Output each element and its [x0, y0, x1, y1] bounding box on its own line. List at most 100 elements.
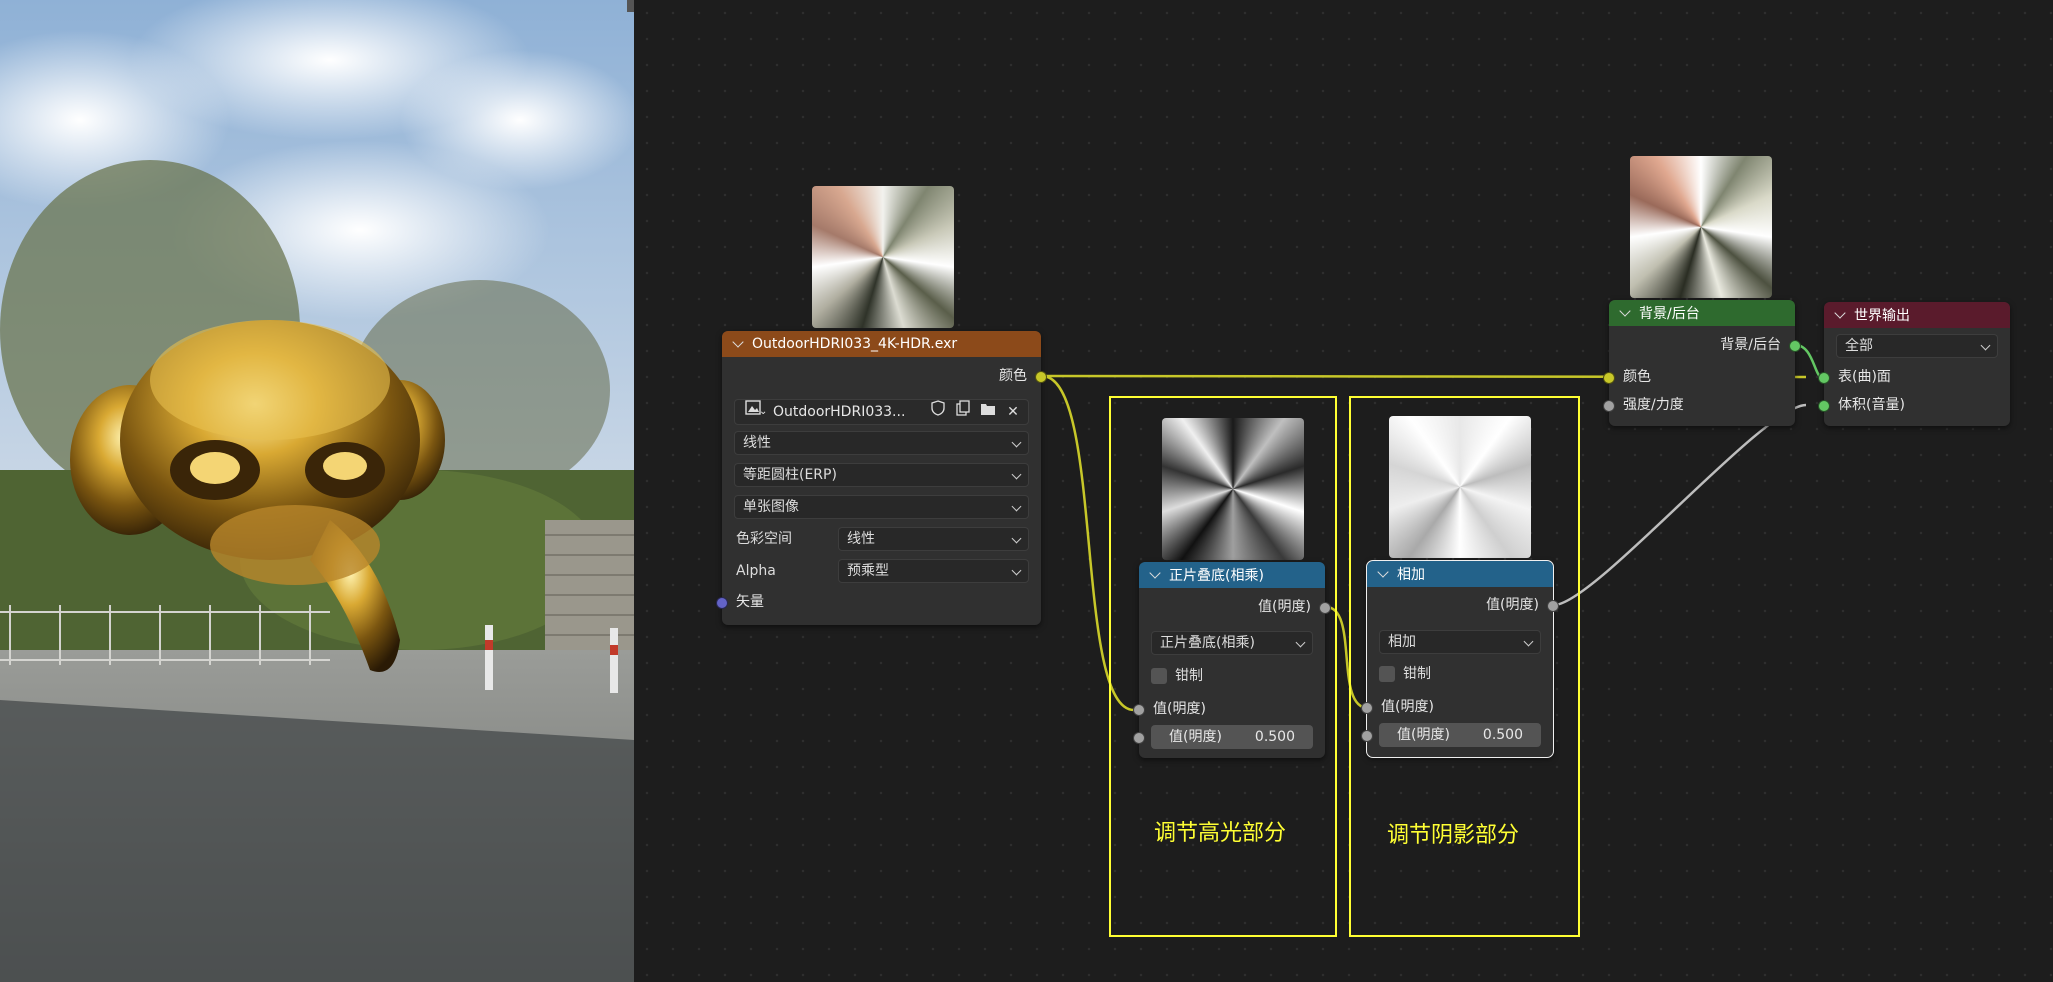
image-datablock-selector[interactable]: ⌄ OutdoorHDRI033... ✕	[734, 399, 1029, 425]
chevron-down-icon[interactable]	[1377, 566, 1389, 578]
world-volume-input-label: 体积(音量)	[1838, 397, 1905, 413]
interpolation-value: 线性	[743, 435, 771, 451]
multiply-operation-dropdown[interactable]: 正片叠底(相乘)	[1151, 631, 1313, 655]
background-node-header[interactable]: 背景/后台	[1609, 300, 1795, 326]
chevron-down-icon	[1011, 501, 1022, 512]
chevron-down-icon[interactable]	[732, 336, 744, 348]
chevron-down-icon	[1011, 533, 1022, 544]
multiply-input-1: 值(明度)	[1133, 697, 1325, 721]
multiply-output-label: 值(明度)	[1258, 599, 1311, 615]
image-texture-node[interactable]: OutdoorHDRI033_4K-HDR.exr 颜色 ⌄ OutdoorHD…	[716, 331, 1047, 625]
multiply-operation-value: 正片叠底(相乘)	[1160, 635, 1255, 651]
add-node-title: 相加	[1397, 567, 1425, 583]
alpha-value: 预乘型	[847, 563, 889, 579]
add-value-output: 值(明度)	[1367, 593, 1559, 617]
viewport-scroll-handle[interactable]	[627, 0, 634, 12]
background-preview-thumbnail	[1630, 156, 1772, 298]
chevron-down-icon	[1011, 469, 1022, 480]
interpolation-dropdown[interactable]: 线性	[734, 431, 1029, 455]
world-output-target-value: 全部	[1845, 338, 1873, 354]
multiply-node-title: 正片叠底(相乘)	[1169, 568, 1264, 584]
multiply-clamp-label: 钳制	[1175, 668, 1203, 684]
add-clamp-checkbox[interactable]	[1379, 666, 1395, 682]
multiply-value-field-value: 0.500	[1254, 729, 1295, 745]
shader-node-editor[interactable]: 调节高光部分 调节阴影部分 OutdoorHDRI033_4K-HDR.exr …	[634, 0, 2053, 982]
add-input-1: 值(明度)	[1361, 695, 1553, 719]
hdri-render-image	[0, 0, 634, 982]
world-volume-input-socket[interactable]	[1818, 400, 1830, 412]
link-add-to-strength	[1553, 403, 1807, 607]
source-value: 单张图像	[743, 499, 799, 515]
highlight-annotation-text: 调节高光部分	[1154, 821, 1287, 846]
folder-icon[interactable]	[976, 400, 1000, 424]
chevron-down-icon	[1011, 437, 1022, 448]
chevron-down-icon[interactable]	[1834, 307, 1846, 319]
world-output-node-header[interactable]: 世界输出	[1824, 302, 2010, 328]
world-output-node[interactable]: 世界输出 全部 表(曲)面 体积(音量)	[1818, 302, 2010, 426]
add-operation-value: 相加	[1388, 634, 1416, 650]
add-value-field[interactable]: 值(明度) 0.500	[1379, 723, 1541, 747]
add-input-1-label: 值(明度)	[1381, 699, 1434, 715]
background-color-input-socket[interactable]	[1603, 372, 1615, 384]
add-clamp-label: 钳制	[1403, 666, 1431, 682]
vector-input: 矢量	[716, 590, 1041, 614]
add-node-header[interactable]: 相加	[1367, 561, 1553, 587]
multiply-output-socket[interactable]	[1319, 602, 1331, 614]
alpha-label: Alpha	[736, 563, 776, 579]
add-output-socket[interactable]	[1547, 600, 1559, 612]
add-operation-dropdown[interactable]: 相加	[1379, 630, 1541, 654]
shield-icon[interactable]	[926, 400, 950, 424]
multiply-value-field[interactable]: 值(明度) 0.500	[1151, 725, 1313, 749]
vector-input-socket[interactable]	[716, 597, 728, 609]
chevron-down-icon[interactable]	[1149, 567, 1161, 579]
source-dropdown[interactable]: 单张图像	[734, 495, 1029, 519]
close-icon[interactable]: ✕	[1001, 400, 1025, 424]
world-output-target-dropdown[interactable]: 全部	[1836, 334, 1998, 358]
colorspace-dropdown[interactable]: 线性	[838, 527, 1029, 551]
multiply-math-node[interactable]: 正片叠底(相乘) 值(明度) 正片叠底(相乘) 钳制 值(明度) 值(明度) 0…	[1133, 562, 1331, 758]
multiply-input-2-socket[interactable]	[1133, 732, 1145, 744]
background-strength-input-socket[interactable]	[1603, 400, 1615, 412]
multiply-clamp-checkbox[interactable]	[1151, 668, 1167, 684]
image-color-output: 颜色	[722, 364, 1047, 388]
chevron-down-icon	[1011, 565, 1022, 576]
image-preview-thumbnail	[812, 186, 954, 328]
world-volume-input: 体积(音量)	[1818, 393, 2010, 417]
shadow-annotation-text: 调节阴影部分	[1387, 823, 1520, 848]
chevron-down-icon	[1980, 340, 1991, 351]
add-value-field-value: 0.500	[1482, 727, 1523, 743]
image-name-field[interactable]: OutdoorHDRI033...	[773, 400, 905, 424]
background-output-socket[interactable]	[1789, 340, 1801, 352]
multiply-node-header[interactable]: 正片叠底(相乘)	[1139, 562, 1325, 588]
chevron-down-icon[interactable]: ⌄	[759, 400, 767, 424]
multiply-preview-thumbnail	[1162, 418, 1304, 560]
chevron-down-icon[interactable]	[1619, 305, 1631, 317]
world-surface-input-socket[interactable]	[1818, 372, 1830, 384]
background-strength-input: 强度/力度	[1603, 393, 1795, 417]
projection-dropdown[interactable]: 等距圆柱(ERP)	[734, 463, 1029, 487]
background-output-label: 背景/后台	[1720, 337, 1781, 353]
add-value-field-label: 值(明度)	[1397, 727, 1450, 743]
background-color-input: 颜色	[1603, 365, 1795, 389]
world-output-node-title: 世界输出	[1854, 308, 1910, 324]
alpha-dropdown[interactable]: 预乘型	[838, 559, 1029, 583]
multiply-value-field-label: 值(明度)	[1169, 729, 1222, 745]
background-output: 背景/后台	[1609, 333, 1801, 357]
image-texture-node-title: OutdoorHDRI033_4K-HDR.exr	[752, 336, 958, 352]
background-node-title: 背景/后台	[1639, 306, 1700, 322]
world-surface-input: 表(曲)面	[1818, 365, 2010, 389]
duplicate-icon[interactable]	[951, 400, 975, 424]
multiply-input-1-socket[interactable]	[1133, 704, 1145, 716]
image-color-output-socket[interactable]	[1035, 371, 1047, 383]
background-node[interactable]: 背景/后台 背景/后台 颜色 强度/力度	[1603, 300, 1801, 426]
add-input-1-socket[interactable]	[1361, 702, 1373, 714]
colorspace-label: 色彩空间	[736, 531, 792, 547]
chevron-down-icon	[1523, 636, 1534, 647]
add-math-node[interactable]: 相加 值(明度) 相加 钳制 值(明度) 值(明度) 0.500	[1361, 560, 1559, 758]
multiply-input-1-label: 值(明度)	[1153, 701, 1206, 717]
add-input-2-socket[interactable]	[1361, 730, 1373, 742]
image-texture-node-header[interactable]: OutdoorHDRI033_4K-HDR.exr	[722, 331, 1041, 357]
projection-value: 等距圆柱(ERP)	[743, 467, 837, 483]
viewport-render[interactable]	[0, 0, 634, 982]
background-color-input-label: 颜色	[1623, 369, 1651, 385]
